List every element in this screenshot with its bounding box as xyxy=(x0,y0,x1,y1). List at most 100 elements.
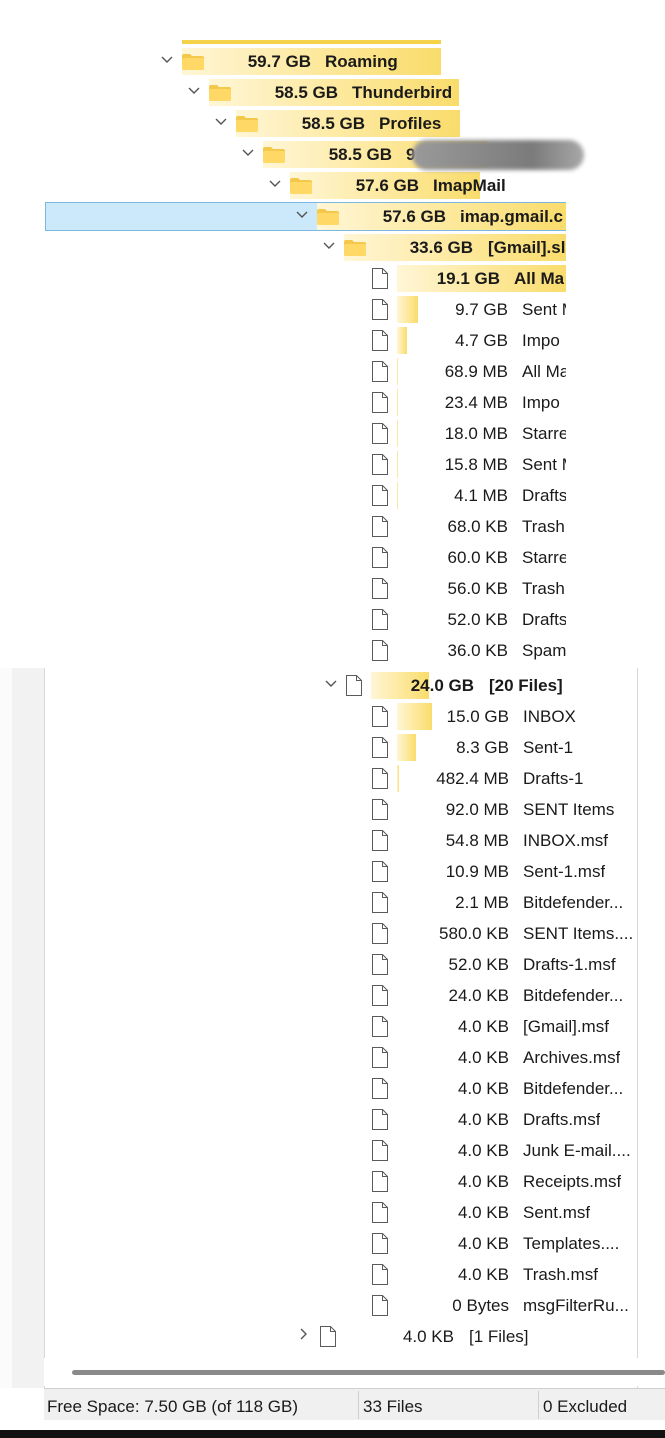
tree-row-file[interactable]: 24.0 KB Bitdefender... xyxy=(0,980,665,1011)
item-name: SENT Items xyxy=(523,800,615,819)
file-icon xyxy=(372,640,388,661)
item-size: 4.0 KB xyxy=(457,1048,509,1067)
tree-row-file[interactable]: 4.0 KB [Gmail].msf xyxy=(0,1011,665,1042)
item-size: 68.0 KB xyxy=(447,517,509,536)
tree-row-file[interactable]: 52.0 KB Drafts-1.msf xyxy=(0,949,665,980)
item-name: Archives.msf xyxy=(523,1048,621,1067)
tree-row-folder[interactable]: 24.0 GB [20 Files] xyxy=(0,670,665,701)
tree-row-file[interactable]: 92.0 MB SENT Items xyxy=(0,794,665,825)
tree-row-file[interactable]: 4.0 KB Templates.... xyxy=(0,1228,665,1259)
size-bar xyxy=(397,358,398,385)
item-name: [20 Files] xyxy=(489,676,563,695)
item-size: 482.4 MB xyxy=(436,769,509,788)
tree-row-file[interactable]: 580.0 KB SENT Items.... xyxy=(0,918,665,949)
file-count-label: 33 Files xyxy=(363,1397,423,1416)
size-bar xyxy=(397,296,418,323)
tree-row-file[interactable]: 4.0 KB Trash.msf xyxy=(0,1259,665,1290)
tree-row-file[interactable]: 482.4 MB Drafts-1 xyxy=(0,763,665,794)
item-size: 19.1 GB xyxy=(436,269,500,288)
tree-row-folder[interactable]: 4.0 KB [1 Files] xyxy=(0,1321,665,1352)
tree-row-file[interactable]: 4.0 KB Archives.msf xyxy=(0,1042,665,1073)
tree-row-file[interactable]: 54.8 MB INBOX.msf xyxy=(0,825,665,856)
chevron-down-icon[interactable] xyxy=(187,83,201,97)
file-icon xyxy=(372,861,388,882)
file-icon xyxy=(320,1326,336,1347)
file-icon xyxy=(372,1078,388,1099)
size-bar xyxy=(397,420,398,447)
tree-row-file[interactable]: 0 Bytes msgFilterRu... xyxy=(0,1290,665,1321)
item-name: Starre xyxy=(522,424,569,443)
file-icon xyxy=(372,268,388,289)
item-name: Sent-1.msf xyxy=(523,862,606,881)
file-icon xyxy=(372,1109,388,1130)
tree-row-file[interactable]: 2.1 MB Bitdefender... xyxy=(0,887,665,918)
tree-row-file[interactable]: 8.3 GB Sent-1 xyxy=(0,732,665,763)
tree-row-file[interactable]: 4.0 KB Drafts.msf xyxy=(0,1104,665,1135)
parent-size-bar xyxy=(182,40,441,44)
file-icon xyxy=(372,1295,388,1316)
file-icon xyxy=(372,1264,388,1285)
item-size: 15.0 GB xyxy=(446,707,509,726)
file-icon xyxy=(372,361,388,382)
file-icon xyxy=(372,1171,388,1192)
file-icon xyxy=(372,1047,388,1068)
item-name: Templates.... xyxy=(523,1234,620,1253)
tree-row-file[interactable]: 15.0 GB INBOX xyxy=(0,701,665,732)
taskbar-edge xyxy=(0,1430,665,1438)
item-name: Spam xyxy=(522,641,567,660)
folder-icon xyxy=(236,116,258,132)
item-size: 10.9 MB xyxy=(445,862,509,881)
folder-icon xyxy=(263,147,285,163)
item-name: INBOX.msf xyxy=(523,831,609,850)
item-size: 4.1 MB xyxy=(454,486,508,505)
chevron-down-icon[interactable] xyxy=(295,207,309,221)
chevron-down-icon[interactable] xyxy=(322,238,336,252)
item-name: Trash xyxy=(522,517,565,536)
chevron-down-icon[interactable] xyxy=(214,114,228,128)
tree-row-file[interactable]: 4.0 KB Receipts.msf xyxy=(0,1166,665,1197)
item-name: Drafts-1.msf xyxy=(523,955,616,974)
chevron-down-icon[interactable] xyxy=(241,145,255,159)
tree-row-file[interactable]: 4.0 KB Bitdefender... xyxy=(0,1073,665,1104)
file-icon xyxy=(372,706,388,727)
file-icon xyxy=(346,675,362,696)
item-size: 24.0 GB xyxy=(410,676,474,695)
chevron-down-icon[interactable] xyxy=(160,52,174,66)
tree-row-file[interactable]: 10.9 MB Sent-1.msf xyxy=(0,856,665,887)
item-name: [1 Files] xyxy=(469,1327,529,1346)
item-name: Roaming xyxy=(325,52,398,71)
size-bar xyxy=(397,734,416,761)
item-name: Impo xyxy=(522,331,560,350)
folder-icon xyxy=(344,240,366,256)
size-bar xyxy=(397,451,398,478)
status-bar: Free Space: 7.50 GB (of 118 GB) 33 Files… xyxy=(44,1388,665,1420)
chevron-down-icon[interactable] xyxy=(268,176,282,190)
tree-row-file[interactable]: 4.0 KB Sent.msf xyxy=(0,1197,665,1228)
free-space-label: Free Space: 7.50 GB (of 118 GB) xyxy=(47,1397,299,1416)
file-icon xyxy=(372,485,388,506)
horizontal-scrollbar-thumb[interactable] xyxy=(72,1370,665,1375)
item-size: 57.6 GB xyxy=(355,176,419,195)
item-size: 54.8 MB xyxy=(445,831,509,850)
chevron-down-icon[interactable] xyxy=(324,676,338,690)
item-size: 68.9 MB xyxy=(444,362,508,381)
excluded-count-label: 0 Excluded xyxy=(543,1397,628,1416)
item-name: Bitdefender... xyxy=(523,986,624,1005)
chevron-right-icon[interactable] xyxy=(296,1327,310,1341)
folder-icon xyxy=(290,178,312,194)
item-size: 4.0 KB xyxy=(457,1017,509,1036)
tree-row-file[interactable]: 4.0 KB Junk E-mail.... xyxy=(0,1135,665,1166)
item-name: Trash.msf xyxy=(523,1265,598,1284)
item-name: Junk E-mail.... xyxy=(523,1141,631,1160)
status-divider xyxy=(358,1391,359,1419)
item-size: 58.5 GB xyxy=(328,145,392,164)
item-name: Thunderbird xyxy=(352,83,453,102)
item-name: All Ma xyxy=(514,269,565,288)
folder-icon xyxy=(209,85,231,101)
file-icon xyxy=(372,423,388,444)
size-bar xyxy=(182,48,441,75)
file-icon xyxy=(372,985,388,1006)
item-size: 2.1 MB xyxy=(455,893,509,912)
item-size: 4.0 KB xyxy=(457,1172,509,1191)
item-size: 33.6 GB xyxy=(409,238,473,257)
